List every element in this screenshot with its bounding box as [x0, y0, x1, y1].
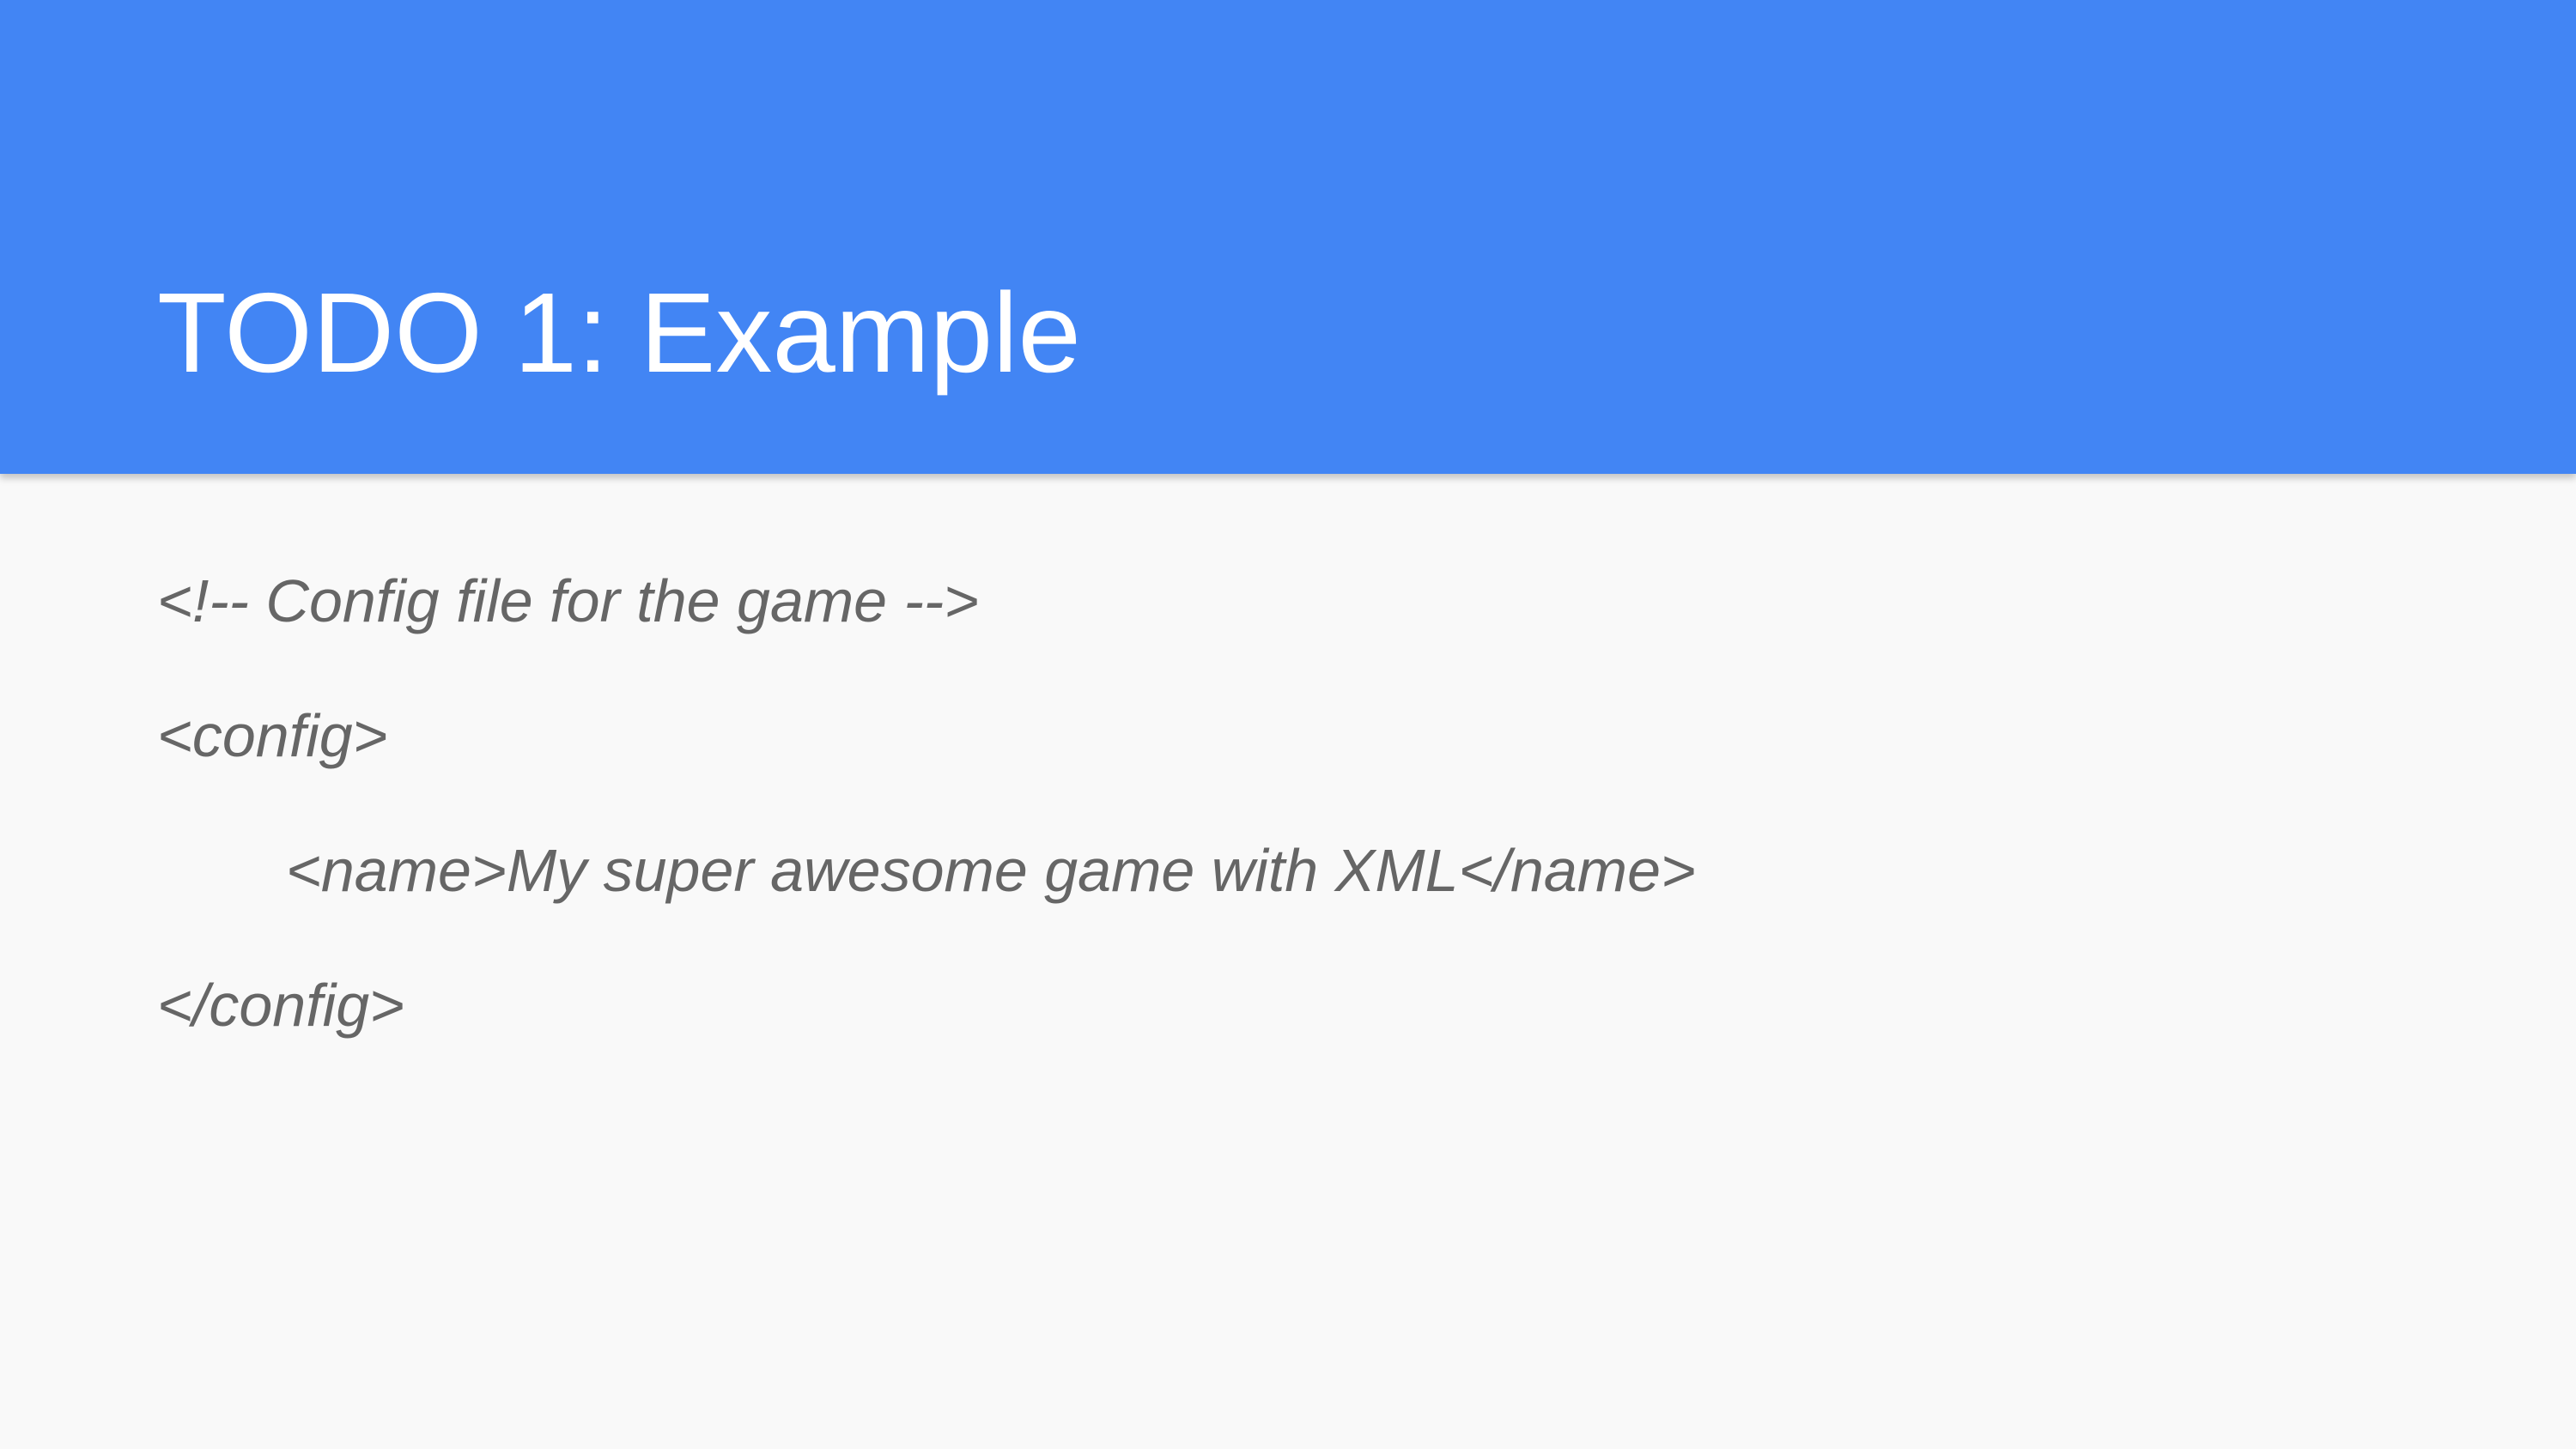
code-line-name-element: <name>My super awesome game with XML</na… — [286, 837, 1696, 904]
code-line-config-open: <config> — [157, 702, 388, 769]
code-line-config-close: </config> — [157, 972, 404, 1039]
title-banner: TODO 1: Example — [0, 0, 2576, 474]
slide: TODO 1: Example <!-- Config file for the… — [0, 0, 2576, 1449]
code-line-comment: <!-- Config file for the game --> — [157, 567, 980, 634]
slide-title: TODO 1: Example — [157, 270, 1081, 396]
code-block: <!-- Config file for the game --> <confi… — [157, 562, 2476, 1101]
